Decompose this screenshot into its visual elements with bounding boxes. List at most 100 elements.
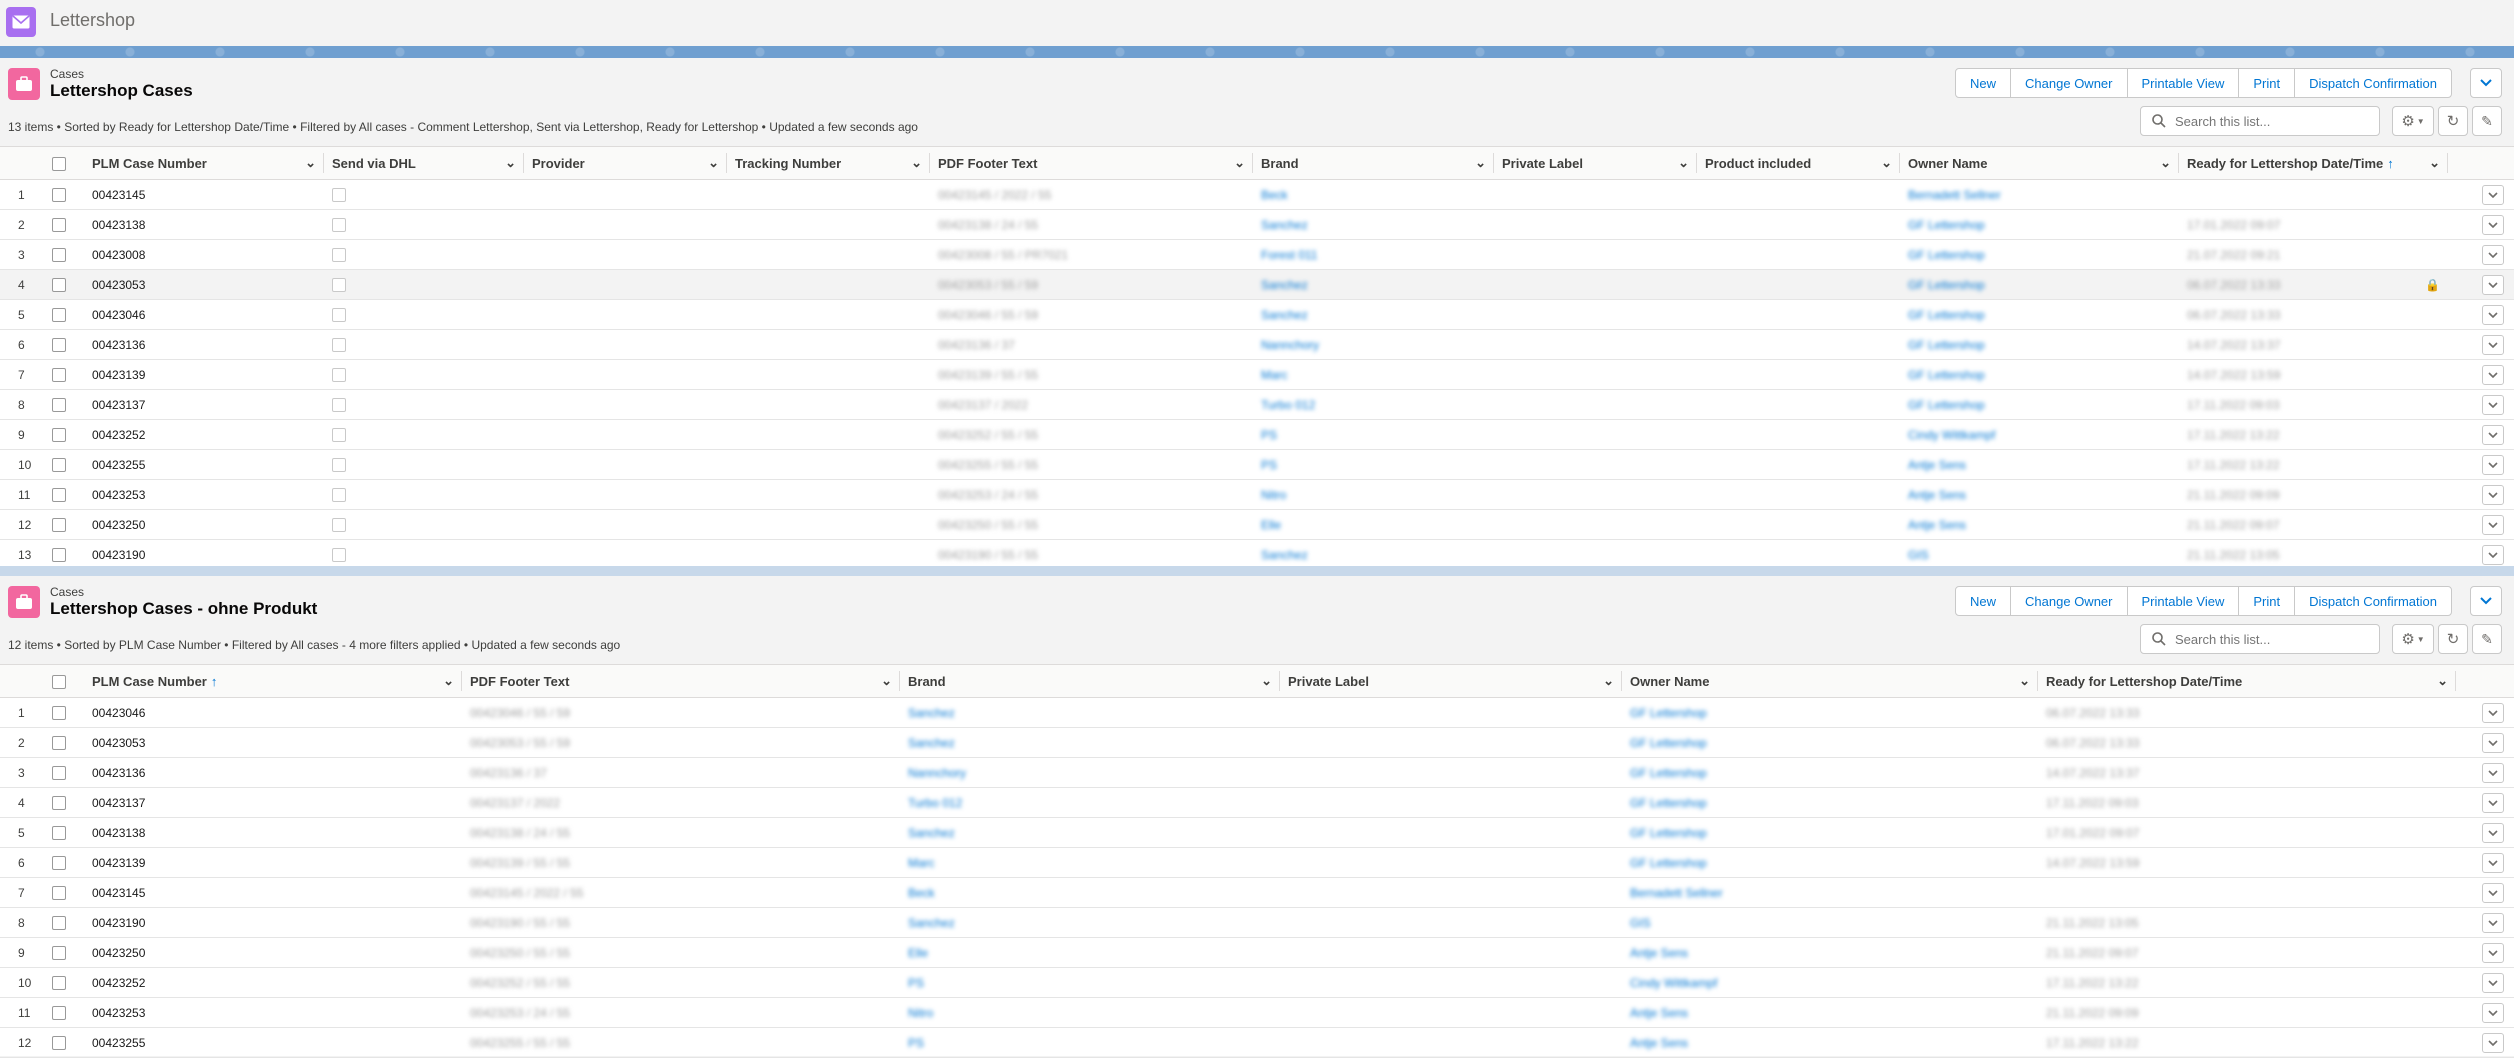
brand-cell[interactable]: Turbo 012 <box>900 787 1280 818</box>
table-row[interactable]: 9 00423252 00423252 / 55 / 55 PS Cindy Wittk… <box>0 419 2514 450</box>
brand-link[interactable]: Nannchory <box>908 766 966 780</box>
owner-name-link[interactable]: Antje Sens <box>1630 1036 1688 1050</box>
plm-case-number-cell[interactable]: 00423138 <box>84 817 462 848</box>
chevron-down-icon[interactable]: ⌄ <box>443 673 454 689</box>
select-cell[interactable] <box>52 269 84 300</box>
brand-cell[interactable]: Sanchez <box>1253 299 1494 330</box>
refresh-button[interactable]: ↻ <box>2438 624 2468 654</box>
plm-case-number-cell[interactable]: 00423139 <box>84 359 324 390</box>
chevron-down-icon[interactable]: ⌄ <box>2429 155 2440 171</box>
owner-name-cell[interactable]: GF Lettershop <box>1900 239 2179 270</box>
owner-name-link[interactable]: GF Lettershop <box>1630 826 1707 840</box>
owner-name-cell[interactable]: Antje Sens <box>1900 479 2179 510</box>
chevron-down-icon[interactable]: ⌄ <box>1678 155 1689 171</box>
brand-link[interactable]: Sanchez <box>1261 218 1308 232</box>
plm-case-number-cell[interactable]: 00423137 <box>84 389 324 420</box>
plm-case-number[interactable]: 00423053 <box>92 736 145 750</box>
brand-cell[interactable]: Beck <box>900 877 1280 908</box>
new-button[interactable]: New <box>1955 586 2012 616</box>
select-cell[interactable] <box>52 449 84 480</box>
select-cell[interactable] <box>52 389 84 420</box>
row-actions-cell[interactable] <box>2448 209 2514 240</box>
column-header[interactable]: Tracking Number ⌄ <box>727 147 930 180</box>
table-row[interactable]: 2 00423053 00423053 / 55 / 59 Sanchez GF Let… <box>0 727 2514 758</box>
row-actions-cell[interactable] <box>2456 847 2514 878</box>
select-cell[interactable] <box>52 787 84 818</box>
row-actions-cell[interactable] <box>2456 727 2514 758</box>
chevron-down-icon[interactable]: ⌄ <box>708 155 719 171</box>
row-actions-button[interactable] <box>2482 882 2504 903</box>
brand-link[interactable]: Turbo 012 <box>1261 398 1315 412</box>
select-all-checkbox[interactable] <box>52 147 84 180</box>
plm-case-number-cell[interactable]: 00423053 <box>84 727 462 758</box>
row-actions-cell[interactable] <box>2448 509 2514 540</box>
row-actions-cell[interactable] <box>2448 479 2514 510</box>
table-row[interactable]: 13 00423190 00423190 / 55 / 55 Sanchez GIS 21… <box>0 539 2514 570</box>
select-cell[interactable] <box>52 757 84 788</box>
row-actions-cell[interactable] <box>2456 997 2514 1028</box>
row-actions-button[interactable] <box>2482 394 2504 415</box>
brand-link[interactable]: Sanchez <box>908 736 955 750</box>
row-checkbox[interactable] <box>52 945 66 960</box>
row-checkbox[interactable] <box>52 795 66 810</box>
row-actions-cell[interactable] <box>2448 179 2514 210</box>
row-checkbox[interactable] <box>52 1035 66 1050</box>
owner-name-cell[interactable]: Cindy Wittkampf <box>1900 419 2179 450</box>
brand-cell[interactable]: PS <box>1253 419 1494 450</box>
select-cell[interactable] <box>52 179 84 210</box>
row-actions-button[interactable] <box>2482 972 2504 993</box>
plm-case-number[interactable]: 00423138 <box>92 218 145 232</box>
owner-name-cell[interactable]: Antje Sens <box>1622 997 2038 1028</box>
owner-name-cell[interactable]: GF Lettershop <box>1900 359 2179 390</box>
owner-name-cell[interactable]: Antje Sens <box>1622 937 2038 968</box>
owner-name-cell[interactable]: Cindy Wittkampf <box>1622 967 2038 998</box>
brand-cell[interactable]: PS <box>900 1027 1280 1058</box>
row-actions-button[interactable] <box>2482 912 2504 933</box>
column-header[interactable]: Send via DHL ⌄ <box>324 147 524 180</box>
owner-name-link[interactable]: Antje Sens <box>1630 946 1688 960</box>
plm-case-number-cell[interactable]: 00423145 <box>84 877 462 908</box>
brand-link[interactable]: Nitro <box>1261 488 1286 502</box>
row-checkbox[interactable] <box>52 975 66 990</box>
print-button[interactable]: Print <box>2238 586 2296 616</box>
plm-case-number-cell[interactable]: 00423190 <box>84 907 462 938</box>
table-row[interactable]: 12 00423250 00423250 / 55 / 55 Elle Antje Se… <box>0 509 2514 540</box>
table-row[interactable]: 5 00423138 00423138 / 24 / 55 Sanchez GF Let… <box>0 817 2514 848</box>
table-row[interactable]: 12 00423255 00423255 / 55 / 55 PS Antje Sens… <box>0 1027 2514 1058</box>
dispatch-confirmation-button[interactable]: Dispatch Confirmation <box>2294 586 2452 616</box>
select-cell[interactable] <box>52 967 84 998</box>
brand-cell[interactable]: Marc <box>900 847 1280 878</box>
brand-cell[interactable]: Nitro <box>900 997 1280 1028</box>
column-header[interactable]: Private Label ⌄ <box>1280 665 1622 698</box>
owner-name-cell[interactable]: GIS <box>1900 539 2179 570</box>
row-actions-button[interactable] <box>2482 334 2504 355</box>
table-row[interactable]: 9 00423250 00423250 / 55 / 55 Elle Antje Sen… <box>0 937 2514 968</box>
select-cell[interactable] <box>52 509 84 540</box>
brand-cell[interactable]: Sanchez <box>900 907 1280 938</box>
new-button[interactable]: New <box>1955 68 2012 98</box>
owner-name-link[interactable]: Antje Sens <box>1630 1006 1688 1020</box>
row-actions-cell[interactable] <box>2456 907 2514 938</box>
row-actions-cell[interactable] <box>2448 419 2514 450</box>
plm-case-number[interactable]: 00423136 <box>92 338 145 352</box>
row-actions-cell[interactable] <box>2448 539 2514 570</box>
select-cell[interactable] <box>52 937 84 968</box>
owner-name-cell[interactable]: GF Lettershop <box>1622 847 2038 878</box>
brand-link[interactable]: Elle <box>908 946 928 960</box>
plm-case-number-cell[interactable]: 00423053 <box>84 269 324 300</box>
plm-case-number-cell[interactable]: 00423255 <box>84 449 324 480</box>
chevron-down-icon[interactable]: ⌄ <box>911 155 922 171</box>
brand-cell[interactable]: Beck <box>1253 179 1494 210</box>
table-row[interactable]: 10 00423252 00423252 / 55 / 55 PS Cindy Witt… <box>0 967 2514 998</box>
row-checkbox[interactable] <box>52 885 66 900</box>
inline-edit-button[interactable]: ✎ <box>2472 106 2502 136</box>
brand-link[interactable]: PS <box>908 976 924 990</box>
select-cell[interactable] <box>52 907 84 938</box>
refresh-button[interactable]: ↻ <box>2438 106 2468 136</box>
brand-link[interactable]: Sanchez <box>1261 308 1308 322</box>
table-row[interactable]: 1 00423145 00423145 / 2022 / 55 Beck Bernade… <box>0 179 2514 210</box>
row-actions-button[interactable] <box>2482 274 2504 295</box>
brand-link[interactable]: Sanchez <box>908 916 955 930</box>
chevron-down-icon[interactable]: ⌄ <box>2437 673 2448 689</box>
row-actions-cell[interactable] <box>2456 757 2514 788</box>
